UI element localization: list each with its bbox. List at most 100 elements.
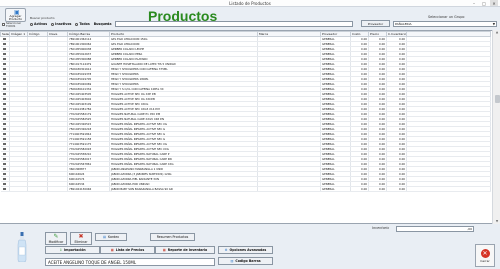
row-checkbox[interactable] <box>3 52 7 56</box>
empty-cell <box>47 186 68 192</box>
table-body: 7891001362114 GEL EGO ATRACCION 150G GENER… <box>0 36 491 192</box>
row-checkbox[interactable] <box>3 77 7 81</box>
radio-todos-dot[interactable] <box>75 22 79 26</box>
row-checkbox[interactable] <box>3 152 7 156</box>
import-icon: ⇩ <box>59 248 62 252</box>
cost-cell: 0.00 <box>350 186 369 192</box>
select-all-checkbox[interactable] <box>2 23 5 26</box>
modify-label: Modificar <box>48 239 64 244</box>
group-select-value: PAÑALERIA <box>395 22 412 26</box>
row-checkbox[interactable] <box>3 67 7 71</box>
column-header[interactable]: Imágen 1 <box>9 31 28 37</box>
product-image <box>17 232 27 262</box>
filter-legend: Buscar producto <box>30 16 55 20</box>
scroll-down-icon[interactable]: ▼ <box>493 219 500 224</box>
radio-activos[interactable]: Activos <box>30 22 47 26</box>
radio-todos[interactable]: Todos <box>75 22 90 26</box>
summary-button[interactable]: Resumen Productos <box>150 233 195 241</box>
row-checkbox[interactable] <box>3 37 7 41</box>
inventory-report-button[interactable]: ▦ Reporte de Inventario <box>155 246 215 254</box>
row-checkbox[interactable] <box>3 97 7 101</box>
row-checkbox[interactable] <box>3 92 7 96</box>
barcode-icon: ▥ <box>230 259 234 263</box>
radio-inactivos[interactable]: Inactivos <box>51 22 71 26</box>
row-checkbox[interactable] <box>3 162 7 166</box>
window-titlebar: Listado de Productos – □ ✕ <box>0 0 500 7</box>
row-checkbox[interactable] <box>3 132 7 136</box>
row-checkbox[interactable] <box>3 167 7 171</box>
close-window-icon[interactable]: ✕ <box>490 0 498 6</box>
vertical-scrollbar[interactable]: ▲ ▼ <box>492 30 500 224</box>
row-checkbox[interactable] <box>3 142 7 146</box>
row-checkbox[interactable] <box>3 42 7 46</box>
radio-inactivos-dot[interactable] <box>51 22 55 26</box>
row-checkbox[interactable] <box>3 122 7 126</box>
row-checkbox[interactable] <box>3 102 7 106</box>
row-checkbox[interactable] <box>3 47 7 51</box>
barcode-button[interactable]: ▥ Codigo Barras <box>218 257 273 265</box>
empty-cell <box>406 186 491 192</box>
minimize-icon[interactable]: – <box>470 0 478 6</box>
row-checkbox[interactable] <box>3 137 7 141</box>
row-checkbox[interactable] <box>3 107 7 111</box>
row-checkbox[interactable] <box>3 82 7 86</box>
radio-todos-label: Todos <box>79 22 90 26</box>
inventory-label: Inventario <box>372 226 390 230</box>
provider-button[interactable]: Proveedor <box>361 20 390 27</box>
group-select[interactable]: PAÑALERIA ▼ <box>393 21 497 27</box>
row-checkbox[interactable] <box>3 112 7 116</box>
row-checkbox[interactable] <box>3 177 7 181</box>
status-filter: Activos Inactivos Todos Busqueda <box>30 22 111 26</box>
barcode-label: Codigo Barras <box>235 259 261 263</box>
import-button[interactable]: ⇩ Importación <box>45 246 100 254</box>
barcode-cell: 7891024130046 <box>67 186 110 192</box>
brand-cell <box>257 186 321 192</box>
kardex-button[interactable]: ▤ Kardex <box>95 233 127 241</box>
scroll-thumb[interactable] <box>494 95 500 103</box>
column-header[interactable]: C.Inventario <box>386 31 407 37</box>
row-checkbox[interactable] <box>3 72 7 76</box>
chevron-down-icon: ▼ <box>492 22 495 26</box>
price-list-label: Lista de Precios <box>115 248 145 252</box>
row-checkbox[interactable] <box>3 187 7 191</box>
advanced-options-button[interactable]: ⚙ Opciones Avanzadas <box>218 246 273 254</box>
close-button[interactable]: ✕ Cerrar <box>475 244 495 267</box>
scroll-up-icon[interactable]: ▲ <box>493 30 500 35</box>
search-input[interactable] <box>115 21 353 27</box>
column-header[interactable]: Selec. <box>0 31 10 37</box>
row-checkbox[interactable] <box>3 172 7 176</box>
row-checkbox[interactable] <box>3 62 7 66</box>
inventory-total: ,00 <box>396 226 474 232</box>
table-row[interactable]: 7891024130046 JABON BABY SON BANAZANILLA … <box>0 186 491 192</box>
row-checkbox[interactable] <box>3 57 7 61</box>
price-list-button[interactable]: ▦ Lista de Precios <box>100 246 155 254</box>
select-all-label: Seleccionar TODOS <box>6 22 22 28</box>
close-icon: ✕ <box>480 249 490 258</box>
select-all[interactable]: Seleccionar TODOS <box>2 22 22 29</box>
radio-activos-label: Activos <box>34 22 48 26</box>
price-list-icon: ▦ <box>110 248 114 252</box>
delete-button[interactable]: ✖ Eliminar <box>70 232 92 245</box>
summary-label: Resumen Productos <box>156 235 189 239</box>
product-cell: JABON BABY SON BANAZANILLA BASSA 90 GR <box>109 186 258 192</box>
price-cell: 0.00 <box>368 186 387 192</box>
radio-activos-dot[interactable] <box>30 22 33 26</box>
row-checkbox[interactable] <box>3 117 7 121</box>
advanced-options-label: Opciones Avanzadas <box>229 248 267 252</box>
modify-button[interactable]: ✎ Modificar <box>45 232 67 245</box>
close-label: Cerrar <box>480 259 490 263</box>
row-checkbox[interactable] <box>3 147 7 151</box>
kardex-label: Kardex <box>107 235 120 239</box>
row-checkbox[interactable] <box>3 182 7 186</box>
empty-cell <box>9 186 28 192</box>
add-product-label: Agregar Producto <box>8 14 23 22</box>
row-checkbox[interactable] <box>3 157 7 161</box>
provider-cell: GENERAL <box>320 186 351 192</box>
import-label: Importación <box>64 248 86 252</box>
advanced-options-icon: ⚙ <box>224 248 228 252</box>
row-checkbox[interactable] <box>3 127 7 131</box>
row-checkbox[interactable] <box>3 87 7 91</box>
add-product-button[interactable]: ▣ Agregar Producto <box>5 8 26 22</box>
search-label: Busqueda <box>93 22 112 26</box>
maximize-icon[interactable]: □ <box>480 0 488 6</box>
